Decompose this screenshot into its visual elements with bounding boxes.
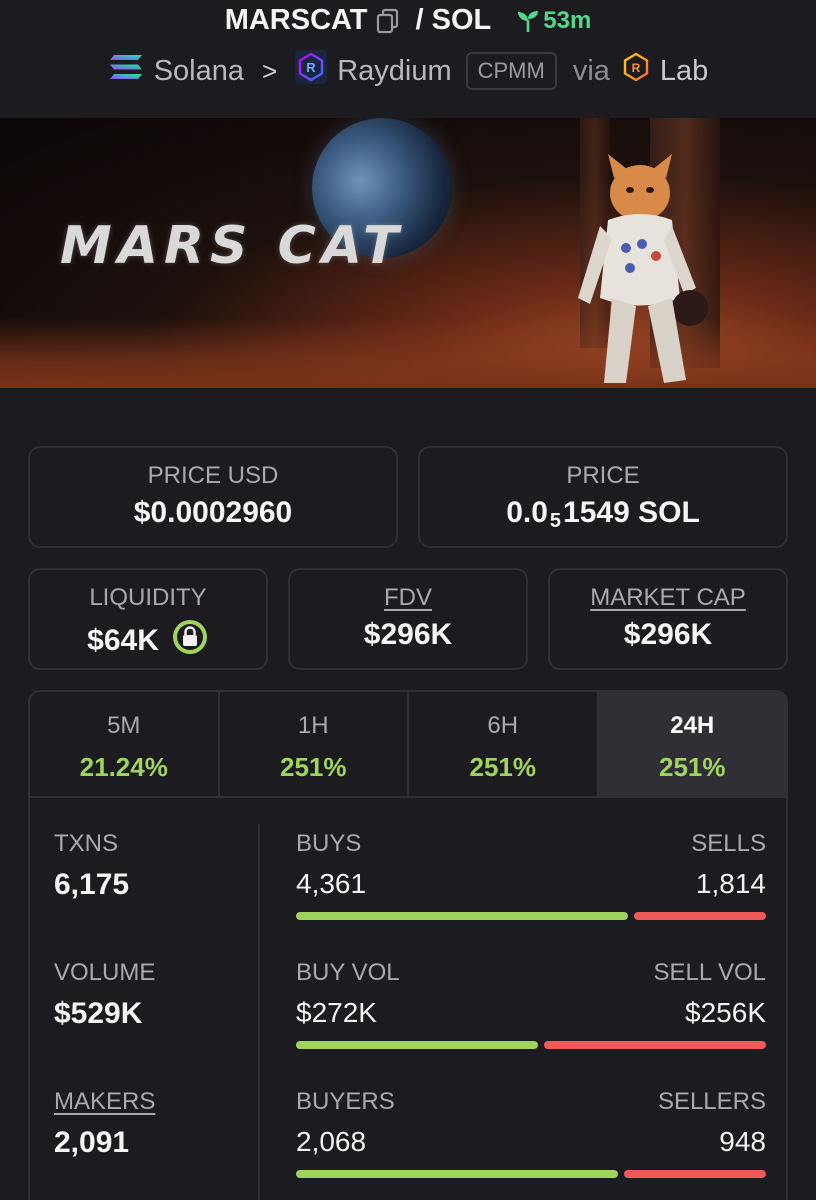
- makers-label[interactable]: MAKERS: [54, 1088, 155, 1116]
- buyers-value: 2,068: [296, 1126, 367, 1157]
- price-native-prefix: 0.0: [506, 496, 548, 529]
- txns-value: 6,175: [54, 868, 130, 901]
- txns-ratio-bar: [296, 912, 766, 920]
- buy-vol-value: $272K: [296, 997, 377, 1028]
- price-native-card: PRICE 0.0 5 1549 SOL: [418, 446, 788, 548]
- chain-link[interactable]: Solana: [154, 55, 244, 88]
- tab-label: 5M: [107, 712, 141, 739]
- price-native-digits: 1549 SOL: [563, 496, 700, 529]
- volume-ratio-bar: [296, 1041, 766, 1049]
- price-usd-label: PRICE USD: [147, 462, 279, 489]
- pair-age: 53m: [517, 7, 591, 35]
- buy-ratio-bar: [296, 1041, 539, 1049]
- sells-label: SELLS: [691, 830, 766, 857]
- liquidity-card: LIQUIDITY $64K: [28, 568, 268, 670]
- liquidity-value: $64K: [87, 624, 159, 657]
- price-native-value: 0.0 5 1549 SOL: [420, 496, 786, 532]
- fdv-value: $296K: [363, 618, 453, 651]
- sells-value: 1,814: [695, 868, 766, 899]
- banner-logo-text: MARS CAT: [60, 216, 405, 276]
- tab-price-change: 251%: [659, 752, 726, 782]
- launchpad-link[interactable]: Lab: [660, 55, 708, 88]
- price-usd-card: PRICE USD $0.0002960: [28, 446, 398, 548]
- tab-5m[interactable]: 5M 21.24%: [30, 692, 220, 796]
- buys-value: 4,361: [296, 868, 367, 899]
- price-native-zero-count: 5: [549, 509, 562, 532]
- buys-label: BUYS: [296, 830, 362, 857]
- astronaut-cat-illustration: [578, 154, 708, 383]
- sell-ratio-bar: [544, 1041, 766, 1049]
- svg-text:R: R: [632, 61, 641, 75]
- solana-icon: [108, 52, 144, 90]
- txns-row: TXNS 6,175 BUYS SELLS 4,361 1,814: [30, 830, 786, 950]
- copy-icon[interactable]: [376, 8, 402, 34]
- buy-ratio-bar: [296, 1170, 619, 1178]
- chain-row: Solana > R Raydium CPMM via R Lab: [0, 50, 816, 92]
- tab-6h[interactable]: 6H 251%: [409, 692, 599, 796]
- chevron-right-icon: >: [262, 55, 278, 86]
- pair-title-row: MARSCAT / SOL 53m: [0, 4, 816, 37]
- pair-header: MARSCAT / SOL 53m Solana > R Raydium CPM…: [0, 0, 816, 118]
- lock-icon[interactable]: [171, 618, 209, 664]
- token-symbol: MARSCAT: [224, 4, 368, 36]
- buy-vol-label: BUY VOL: [296, 959, 400, 986]
- buyers-label: BUYERS: [296, 1088, 395, 1115]
- tab-label: 6H: [487, 712, 519, 739]
- pool-type-badge: CPMM: [465, 52, 557, 90]
- fdv-card: FDV $296K: [288, 568, 528, 670]
- tab-1h[interactable]: 1H 251%: [220, 692, 409, 796]
- timeframe-tabs: 5M 21.24% 1H 251% 6H 251% 24H 251%: [30, 692, 786, 798]
- makers-row: MAKERS 2,091 BUYERS SELLERS 2,068 948: [30, 1088, 786, 1200]
- sell-ratio-bar: [633, 912, 766, 920]
- makers-value: 2,091: [54, 1126, 130, 1159]
- liquidity-value-row: $64K: [30, 618, 266, 664]
- raydium-lab-icon: R: [622, 52, 650, 90]
- buy-ratio-bar: [296, 912, 628, 920]
- volume-label: VOLUME: [54, 959, 156, 986]
- makers-ratio-bar: [296, 1170, 766, 1178]
- volume-value: $529K: [54, 997, 143, 1030]
- market-cap-label[interactable]: MARKET CAP: [550, 584, 786, 612]
- market-cap-card: MARKET CAP $296K: [548, 568, 788, 670]
- stats-panel: 5M 21.24% 1H 251% 6H 251% 24H 251% TXNS …: [28, 690, 788, 1200]
- tab-label: 1H: [297, 712, 329, 739]
- tab-label: 24H: [670, 712, 715, 739]
- volume-row: VOLUME $529K BUY VOL SELL VOL $272K $256…: [30, 959, 786, 1079]
- txns-label: TXNS: [54, 830, 119, 857]
- sellers-value: 948: [719, 1126, 766, 1157]
- dex-link[interactable]: Raydium: [337, 55, 451, 88]
- svg-text:R: R: [306, 60, 316, 75]
- token-banner-image: MARS CAT: [0, 118, 816, 388]
- via-label: via: [572, 54, 610, 87]
- price-usd-value: $0.0002960: [133, 496, 293, 529]
- raydium-icon: R: [295, 50, 328, 92]
- sell-vol-value: $256K: [685, 997, 766, 1028]
- tab-24h[interactable]: 24H 251%: [598, 692, 786, 796]
- price-native-label: PRICE: [566, 462, 640, 489]
- tab-price-change: 21.24%: [79, 752, 168, 782]
- sprout-icon: [518, 10, 539, 32]
- pair-age-value: 53m: [543, 6, 592, 34]
- liquidity-label: LIQUIDITY: [89, 584, 207, 611]
- quote-symbol: / SOL: [415, 4, 492, 36]
- tab-price-change: 251%: [469, 752, 537, 782]
- sell-ratio-bar: [624, 1170, 766, 1178]
- market-cap-value: $296K: [623, 618, 713, 651]
- tab-price-change: 251%: [280, 752, 347, 782]
- sell-vol-label: SELL VOL: [653, 959, 766, 986]
- fdv-label[interactable]: FDV: [290, 584, 526, 612]
- sellers-label: SELLERS: [657, 1088, 766, 1115]
